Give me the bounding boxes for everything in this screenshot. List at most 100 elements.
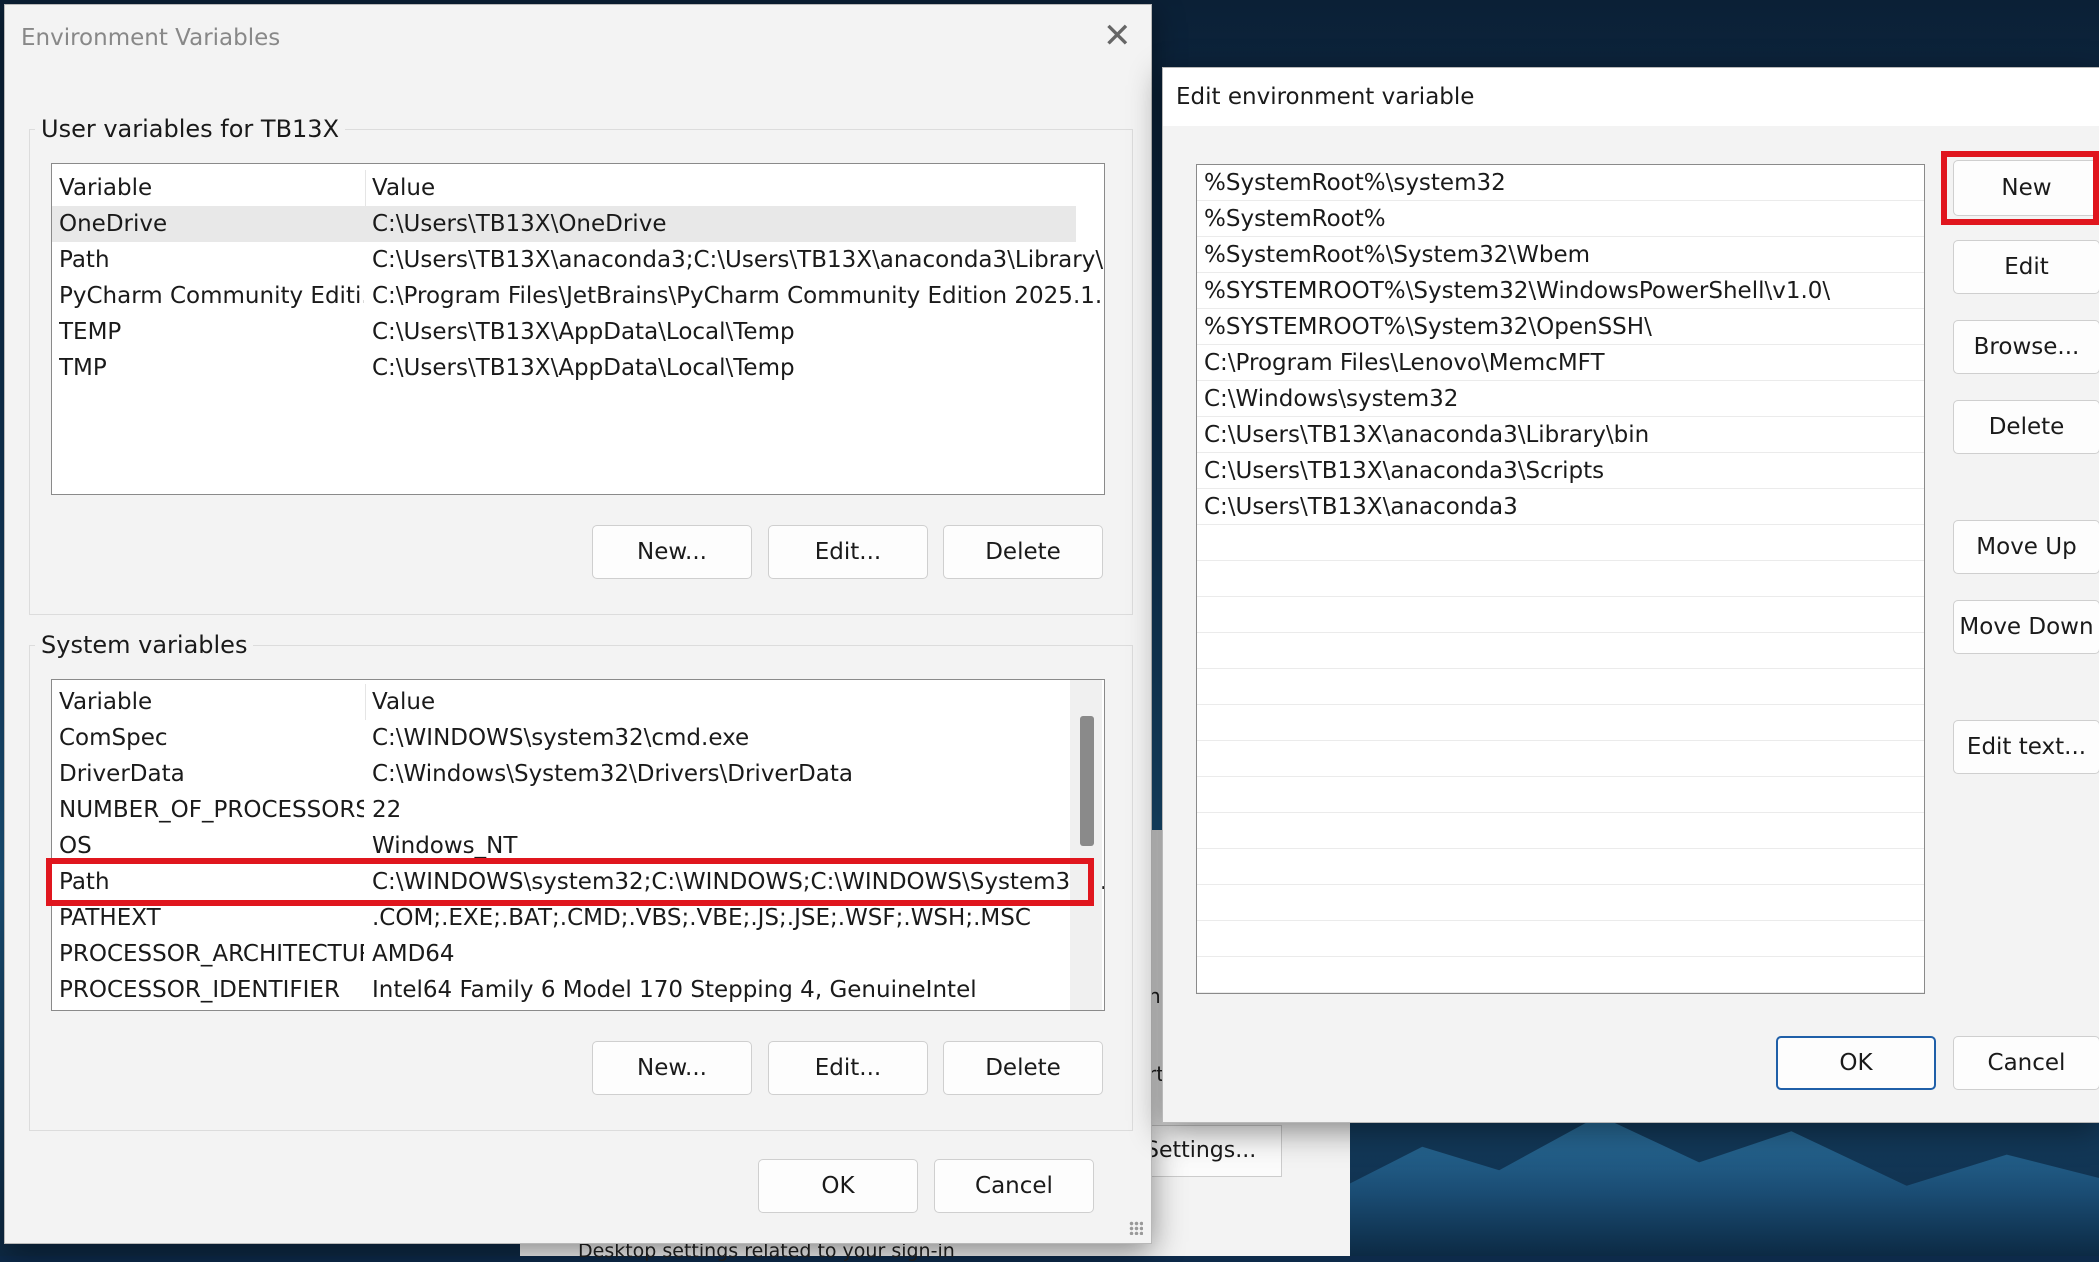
edit-entry-button[interactable]: Edit — [1953, 240, 2099, 294]
user-new-button[interactable]: New... — [592, 525, 752, 579]
empty-list-item[interactable] — [1197, 669, 1924, 705]
table-row[interactable]: TEMP C:\Users\TB13X\AppData\Local\Temp — [52, 314, 1076, 350]
variable-name: PATHEXT — [59, 905, 161, 931]
user-delete-button[interactable]: Delete — [943, 525, 1103, 579]
variable-value: C:\Users\TB13X\AppData\Local\Temp — [372, 355, 795, 381]
list-header: Variable Value — [52, 684, 1068, 720]
empty-list-item[interactable] — [1197, 633, 1924, 669]
wallpaper-mountain — [1330, 1115, 2099, 1256]
ok-button[interactable]: OK — [1776, 1036, 1936, 1090]
column-header-variable[interactable]: Variable — [59, 170, 364, 206]
variable-name: DriverData — [59, 761, 185, 787]
system-variables-label: System variables — [35, 631, 254, 659]
table-row[interactable]: PROCESSOR_ARCHITECTURE AMD64 — [52, 936, 1068, 972]
close-icon[interactable]: ✕ — [1103, 19, 1132, 53]
browse-button[interactable]: Browse... — [1953, 320, 2099, 374]
user-variables-list[interactable]: Variable Value OneDrive C:\Users\TB13X\O… — [51, 163, 1105, 495]
variable-name: PROCESSOR_ARCHITECTURE — [59, 941, 364, 967]
table-row[interactable]: PROCESSOR_IDENTIFIER Intel64 Family 6 Mo… — [52, 972, 1068, 1008]
empty-list-item[interactable] — [1197, 741, 1924, 777]
column-header-value[interactable]: Value — [372, 684, 1104, 720]
system-delete-button[interactable]: Delete — [943, 1041, 1103, 1095]
variable-value: C:\WINDOWS\system32;C:\WINDOWS;C:\WINDOW… — [372, 869, 1105, 895]
list-header: Variable Value — [52, 170, 1076, 206]
variable-name: OS — [59, 833, 92, 859]
user-variables-label: User variables for TB13X — [35, 115, 346, 143]
table-row[interactable]: DriverData C:\Windows\System32\Drivers\D… — [52, 756, 1068, 792]
new-entry-button[interactable]: New — [1953, 160, 2099, 216]
list-item[interactable]: %SystemRoot%\System32\Wbem — [1197, 237, 1924, 273]
variable-value: C:\Users\TB13X\anaconda3;C:\Users\TB13X\… — [372, 247, 1105, 273]
list-item[interactable]: %SystemRoot% — [1197, 201, 1924, 237]
empty-list-item[interactable] — [1197, 957, 1924, 993]
empty-list-item[interactable] — [1197, 777, 1924, 813]
move-up-button[interactable]: Move Up — [1953, 520, 2099, 574]
table-row[interactable]: PATHEXT .COM;.EXE;.BAT;.CMD;.VBS;.VBE;.J… — [52, 900, 1068, 936]
variable-name: NUMBER_OF_PROCESSORS — [59, 797, 364, 823]
empty-list-item[interactable] — [1197, 921, 1924, 957]
environment-variables-dialog: Environment Variables ✕ User variables f… — [4, 4, 1152, 1244]
empty-list-item[interactable] — [1197, 525, 1924, 561]
variable-value: C:\Users\TB13X\OneDrive — [372, 211, 667, 237]
user-edit-button[interactable]: Edit... — [768, 525, 928, 579]
background-settings-button[interactable]: Settings... — [1130, 1125, 1282, 1177]
table-row[interactable]: Path C:\Users\TB13X\anaconda3;C:\Users\T… — [52, 242, 1104, 278]
variable-name: TMP — [59, 355, 107, 381]
empty-list-item[interactable] — [1197, 561, 1924, 597]
table-row[interactable]: PyCharm Community Editi... C:\Program Fi… — [52, 278, 1104, 314]
variable-value: C:\Users\TB13X\AppData\Local\Temp — [372, 319, 795, 345]
system-edit-button[interactable]: Edit... — [768, 1041, 928, 1095]
list-item[interactable]: %SYSTEMROOT%\System32\WindowsPowerShell\… — [1197, 273, 1924, 309]
variable-value: C:\Windows\System32\Drivers\DriverData — [372, 761, 853, 787]
empty-list-item[interactable] — [1197, 597, 1924, 633]
table-row[interactable]: OneDrive C:\Users\TB13X\OneDrive — [52, 206, 1076, 242]
variable-name: PROCESSOR_IDENTIFIER — [59, 977, 340, 1003]
vertical-scrollbar[interactable] — [1070, 680, 1102, 1010]
empty-list-item[interactable] — [1197, 813, 1924, 849]
delete-entry-button[interactable]: Delete — [1953, 400, 2099, 454]
list-item[interactable]: C:\Users\TB13X\anaconda3 — [1197, 489, 1924, 525]
table-row[interactable]: TMP C:\Users\TB13X\AppData\Local\Temp — [52, 350, 1076, 386]
scrollbar-thumb[interactable] — [1080, 716, 1094, 846]
variable-value: AMD64 — [372, 941, 455, 967]
system-new-button[interactable]: New... — [592, 1041, 752, 1095]
list-item[interactable]: %SystemRoot%\system32 — [1197, 165, 1924, 201]
system-variables-list[interactable]: Variable Value ComSpec C:\WINDOWS\system… — [51, 679, 1105, 1011]
table-row[interactable]: ComSpec C:\WINDOWS\system32\cmd.exe — [52, 720, 1068, 756]
table-row[interactable]: NUMBER_OF_PROCESSORS 22 — [52, 792, 1068, 828]
cancel-button[interactable]: Cancel — [1953, 1036, 2099, 1090]
variable-value: C:\Program Files\JetBrains\PyCharm Commu… — [372, 283, 1105, 309]
ok-button[interactable]: OK — [758, 1159, 918, 1213]
path-entries-list[interactable]: %SystemRoot%\system32 %SystemRoot% %Syst… — [1196, 164, 1925, 994]
empty-list-item[interactable] — [1197, 705, 1924, 741]
column-divider — [365, 170, 366, 206]
dialog-title: Environment Variables — [21, 25, 281, 51]
cancel-button[interactable]: Cancel — [934, 1159, 1094, 1213]
list-item[interactable]: C:\Users\TB13X\anaconda3\Library\bin — [1197, 417, 1924, 453]
variable-value: .COM;.EXE;.BAT;.CMD;.VBS;.VBE;.JS;.JSE;.… — [372, 905, 1031, 931]
variable-value: C:\WINDOWS\system32\cmd.exe — [372, 725, 750, 751]
variable-name: Path — [59, 247, 110, 273]
empty-list-item[interactable] — [1197, 849, 1924, 885]
variable-name: ComSpec — [59, 725, 168, 751]
variable-value: 22 — [372, 797, 402, 823]
empty-list-item[interactable] — [1197, 885, 1924, 921]
dialog-title: Edit environment variable — [1176, 84, 1475, 110]
table-row[interactable]: Path C:\WINDOWS\system32;C:\WINDOWS;C:\W… — [52, 864, 1104, 900]
list-item[interactable]: C:\Windows\system32 — [1197, 381, 1924, 417]
list-item[interactable]: C:\Users\TB13X\anaconda3\Scripts — [1197, 453, 1924, 489]
column-header-value[interactable]: Value — [372, 170, 1104, 206]
variable-value: Windows_NT — [372, 833, 518, 859]
table-row[interactable]: OS Windows_NT — [52, 828, 1068, 864]
list-item[interactable]: %SYSTEMROOT%\System32\OpenSSH\ — [1197, 309, 1924, 345]
column-header-variable[interactable]: Variable — [59, 684, 364, 720]
edit-text-button[interactable]: Edit text... — [1953, 720, 2099, 774]
edit-environment-variable-dialog: Edit environment variable %SystemRoot%\s… — [1162, 67, 2099, 1123]
column-divider — [365, 684, 366, 720]
variable-name: PyCharm Community Editi... — [59, 283, 364, 309]
resize-grip-icon[interactable] — [1129, 1221, 1143, 1235]
list-item[interactable]: C:\Program Files\Lenovo\MemcMFT — [1197, 345, 1924, 381]
variable-value: Intel64 Family 6 Model 170 Stepping 4, G… — [372, 977, 977, 1003]
move-down-button[interactable]: Move Down — [1953, 600, 2099, 654]
variable-name: OneDrive — [59, 211, 168, 237]
